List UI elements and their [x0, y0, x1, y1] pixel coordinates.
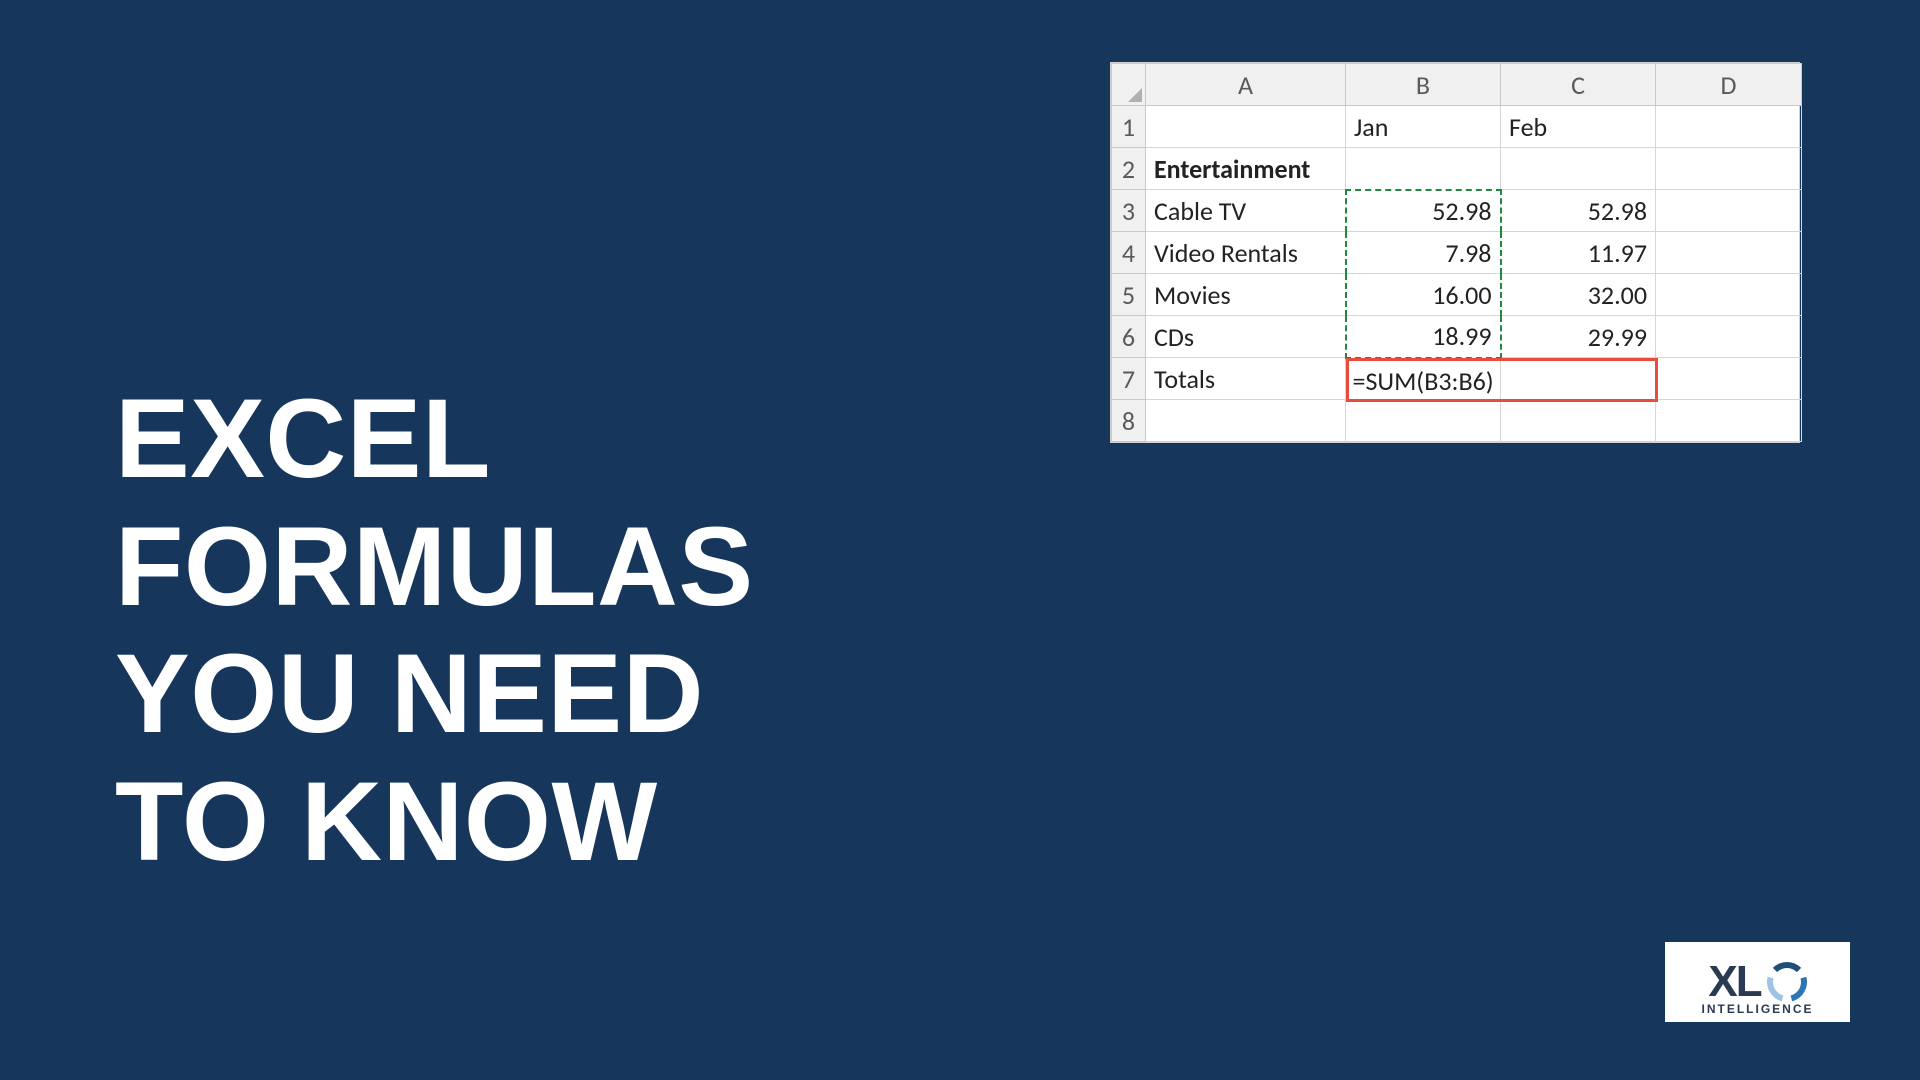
- logo-text: XL: [1708, 957, 1760, 1007]
- row-header-3[interactable]: 3: [1112, 190, 1146, 232]
- cell-B5[interactable]: 16.00: [1346, 274, 1501, 316]
- cell-D5[interactable]: [1656, 274, 1802, 316]
- cell-C6[interactable]: 29.99: [1501, 316, 1656, 358]
- logo-swirl-icon: [1767, 962, 1807, 1002]
- cell-C1[interactable]: Feb: [1501, 106, 1656, 148]
- cell-A2[interactable]: Entertainment: [1146, 148, 1346, 190]
- cell-A6[interactable]: CDs: [1146, 316, 1346, 358]
- cell-C7[interactable]: [1501, 358, 1656, 400]
- row-header-1[interactable]: 1: [1112, 106, 1146, 148]
- cell-D1[interactable]: [1656, 106, 1802, 148]
- cell-D7[interactable]: [1656, 358, 1802, 400]
- cell-A4[interactable]: Video Rentals: [1146, 232, 1346, 274]
- slide-title: EXCEL FORMULAS YOU NEED TO KNOW: [115, 375, 754, 886]
- title-line-3: YOU NEED: [115, 630, 754, 758]
- row-header-6[interactable]: 6: [1112, 316, 1146, 358]
- cell-D8[interactable]: [1656, 400, 1802, 442]
- title-line-1: EXCEL: [115, 375, 754, 503]
- logo-subtext: INTELLIGENCE: [1665, 1002, 1850, 1016]
- brand-logo: XL INTELLIGENCE: [1665, 942, 1850, 1022]
- cell-D4[interactable]: [1656, 232, 1802, 274]
- title-line-4: TO KNOW: [115, 758, 754, 886]
- cell-B7[interactable]: [1346, 358, 1501, 400]
- row-header-4[interactable]: 4: [1112, 232, 1146, 274]
- cell-A8[interactable]: [1146, 400, 1346, 442]
- row-header-5[interactable]: 5: [1112, 274, 1146, 316]
- row-header-8[interactable]: 8: [1112, 400, 1146, 442]
- row-header-7[interactable]: 7: [1112, 358, 1146, 400]
- spreadsheet-grid[interactable]: A B C D 1 Jan Feb 2 Entertainment 3 Cabl…: [1111, 63, 1802, 442]
- cell-D6[interactable]: [1656, 316, 1802, 358]
- col-header-A[interactable]: A: [1146, 64, 1346, 106]
- cell-C4[interactable]: 11.97: [1501, 232, 1656, 274]
- cell-A1[interactable]: [1146, 106, 1346, 148]
- select-all-corner[interactable]: [1112, 64, 1146, 106]
- cell-B1[interactable]: Jan: [1346, 106, 1501, 148]
- cell-B3[interactable]: 52.98: [1346, 190, 1501, 232]
- col-header-B[interactable]: B: [1346, 64, 1501, 106]
- col-header-C[interactable]: C: [1501, 64, 1656, 106]
- cell-A3[interactable]: Cable TV: [1146, 190, 1346, 232]
- cell-D3[interactable]: [1656, 190, 1802, 232]
- row-header-2[interactable]: 2: [1112, 148, 1146, 190]
- cell-B6[interactable]: 18.99: [1346, 316, 1501, 358]
- cell-B8[interactable]: [1346, 400, 1501, 442]
- cell-C3[interactable]: 52.98: [1501, 190, 1656, 232]
- cell-C8[interactable]: [1501, 400, 1656, 442]
- cell-C2[interactable]: [1501, 148, 1656, 190]
- cell-B2[interactable]: [1346, 148, 1501, 190]
- cell-C5[interactable]: 32.00: [1501, 274, 1656, 316]
- cell-B4[interactable]: 7.98: [1346, 232, 1501, 274]
- spreadsheet-panel: A B C D 1 Jan Feb 2 Entertainment 3 Cabl…: [1110, 62, 1800, 443]
- cell-D2[interactable]: [1656, 148, 1802, 190]
- cell-A7[interactable]: Totals: [1146, 358, 1346, 400]
- title-line-2: FORMULAS: [115, 503, 754, 631]
- cell-A5[interactable]: Movies: [1146, 274, 1346, 316]
- col-header-D[interactable]: D: [1656, 64, 1802, 106]
